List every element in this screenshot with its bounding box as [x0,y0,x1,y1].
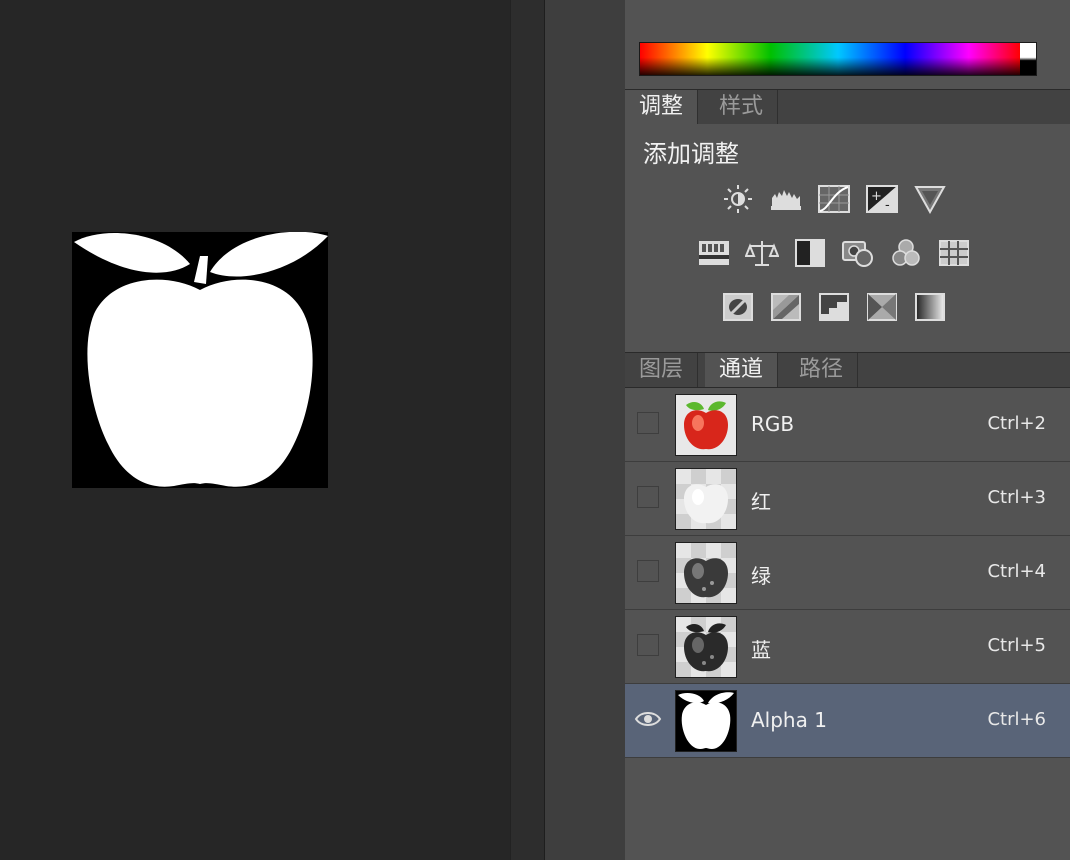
invert-icon[interactable] [721,292,755,322]
exposure-icon[interactable]: + - [865,184,899,214]
channel-shortcut: Ctrl+2 [987,413,1046,434]
levels-icon[interactable] [769,184,803,214]
document-alpha-mask[interactable] [72,232,328,488]
visibility-toggle[interactable] [637,486,659,508]
channel-shortcut: Ctrl+5 [987,635,1046,656]
black-white-icon[interactable] [793,238,827,268]
visibility-toggle[interactable] [637,412,659,434]
canvas-area[interactable] [0,0,510,860]
channel-row-blue[interactable]: 蓝 Ctrl+5 [625,610,1070,684]
right-panel: 调整 样式 添加调整 + - 图层 通道 路径 RGB Ctrl+2 红 Ctr… [625,0,1070,860]
channel-name: RGB [751,412,795,436]
apple-silhouette [72,232,328,488]
collapsed-panel-dock [544,0,626,860]
channel-shortcut: Ctrl+6 [987,709,1046,730]
tab-styles[interactable]: 样式 [705,90,779,124]
channel-shortcut: Ctrl+4 [987,561,1046,582]
channel-thumbnail-rgb [675,394,737,456]
tab-paths[interactable]: 路径 [785,353,859,387]
channel-thumbnail-blue [675,616,737,678]
add-adjustment-title: 添加调整 [643,140,739,168]
vibrance-triangle-icon[interactable] [913,184,947,214]
color-spectrum-bar[interactable] [639,42,1037,76]
tab-channels[interactable]: 通道 [705,353,779,387]
channel-row-rgb[interactable]: RGB Ctrl+2 [625,388,1070,462]
threshold-icon[interactable] [817,292,851,322]
photo-filter-icon[interactable] [841,238,875,268]
color-panel [625,0,1070,88]
curves-icon[interactable] [817,184,851,214]
black-white-swatch[interactable] [1020,43,1036,75]
eye-icon[interactable] [633,706,663,732]
adjustments-panel: 添加调整 + - [625,124,1070,352]
tab-adjustments[interactable]: 调整 [625,90,699,124]
color-lookup-icon[interactable] [937,238,971,268]
panel-dock-gutter [510,0,545,860]
channel-shortcut: Ctrl+3 [987,487,1046,508]
channel-name: 绿 [751,564,771,588]
color-balance-icon[interactable] [745,238,779,268]
channel-row-red[interactable]: 红 Ctrl+3 [625,462,1070,536]
svg-text:-: - [885,198,890,213]
channels-empty-area [625,759,1070,860]
svg-text:+: + [871,189,882,204]
visibility-toggle[interactable] [637,560,659,582]
gradient-map-icon[interactable] [913,292,947,322]
visibility-toggle[interactable] [637,634,659,656]
posterize-icon[interactable] [769,292,803,322]
channel-mixer-icon[interactable] [889,238,923,268]
brightness-contrast-icon[interactable] [721,184,755,214]
layers-tabbar: 图层 通道 路径 [625,352,1070,388]
channel-thumbnail-green [675,542,737,604]
channel-row-green[interactable]: 绿 Ctrl+4 [625,536,1070,610]
hue-saturation-icon[interactable] [697,238,731,268]
channel-name: 蓝 [751,638,771,662]
channels-list: RGB Ctrl+2 红 Ctrl+3 绿 Ctrl+4 蓝 Ctrl+5 Al… [625,388,1070,758]
selective-color-icon[interactable] [865,292,899,322]
channel-name: 红 [751,490,771,514]
channel-row-alpha-1[interactable]: Alpha 1 Ctrl+6 [625,684,1070,758]
channel-thumbnail-alpha [675,690,737,752]
tab-layers[interactable]: 图层 [625,353,699,387]
channel-name: Alpha 1 [751,708,827,732]
channel-thumbnail-red [675,468,737,530]
adjustments-tabbar: 调整 样式 [625,89,1070,125]
